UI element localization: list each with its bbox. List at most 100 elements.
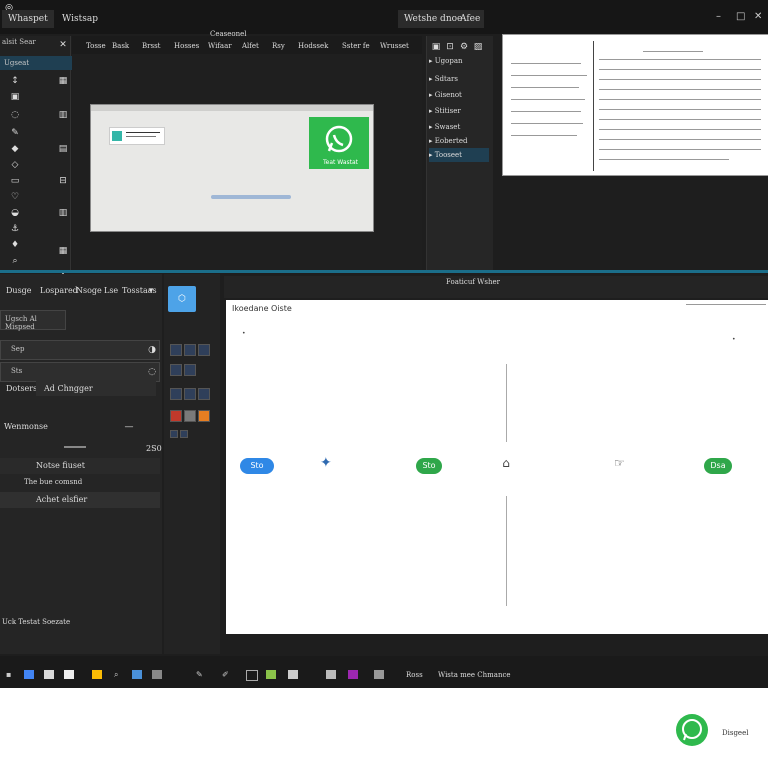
menu-item[interactable]: Brsst: [142, 42, 161, 50]
section-tab[interactable]: Dotsers: [6, 384, 37, 393]
list-item[interactable]: The bue comsnd: [24, 478, 82, 486]
toolbar-selected-item[interactable]: Ugseat: [0, 56, 74, 70]
panel-divider[interactable]: [0, 270, 768, 273]
menu-item[interactable]: Wrusset: [380, 42, 409, 50]
layer-row[interactable]: ▸ Swaset: [429, 120, 489, 134]
system-icon[interactable]: ▪: [6, 670, 16, 679]
grid-icon[interactable]: [198, 344, 210, 356]
collapse-icon[interactable]: —: [124, 422, 134, 432]
grey-swatch-icon[interactable]: [184, 410, 196, 422]
green-button[interactable]: Dsa: [704, 458, 732, 474]
minimize-button[interactable]: –: [716, 11, 721, 22]
bird-icon[interactable]: ✦: [320, 456, 332, 470]
anchor-tool-icon[interactable]: ⚓: [10, 224, 20, 234]
taskbar-label[interactable]: Wista mee Chmance: [438, 671, 511, 679]
green-button[interactable]: Sto: [416, 458, 442, 474]
bar-icon[interactable]: ▥: [58, 110, 68, 120]
section-tab-active[interactable]: Ad Chngger: [36, 380, 156, 396]
share-button[interactable]: ⬡: [168, 286, 196, 312]
step-field[interactable]: Sep ◑: [0, 340, 160, 360]
pin-tool-icon[interactable]: ♦: [10, 240, 20, 250]
primary-button[interactable]: Sto: [240, 458, 274, 474]
menu-item[interactable]: Tosse: [86, 42, 106, 50]
menu-item[interactable]: Wifaar: [208, 42, 232, 50]
document-preview[interactable]: [502, 34, 768, 176]
bottom-window[interactable]: Disgeel: [0, 688, 768, 768]
layer-row-selected[interactable]: ▸ Tooseet: [429, 148, 489, 162]
menu-item[interactable]: Hosses: [174, 42, 199, 50]
list-item-selected[interactable]: Achet elsfier: [0, 492, 160, 508]
layer-row[interactable]: ▸ Ugopan: [429, 54, 489, 68]
menu-item[interactable]: Rsy: [272, 42, 285, 50]
files-icon[interactable]: [44, 670, 54, 679]
whatsapp-logo-icon[interactable]: [674, 712, 710, 748]
red-swatch-icon[interactable]: [170, 410, 182, 422]
grid-icon[interactable]: ▦: [58, 76, 68, 86]
line-icon[interactable]: ⊟: [58, 176, 68, 186]
cursor-icon[interactable]: ☞: [614, 457, 625, 469]
menu-item[interactable]: Hodssek: [298, 42, 328, 50]
layer-row[interactable]: ▸ Gisenot: [429, 88, 489, 102]
grid-icon[interactable]: [198, 388, 210, 400]
app-icon[interactable]: [348, 670, 358, 679]
frame-tool-icon[interactable]: ▭: [10, 176, 20, 186]
small-swatch-icon[interactable]: [170, 430, 178, 438]
list-item[interactable]: Notse fiuset: [0, 458, 160, 474]
menu-item[interactable]: Alfet: [242, 42, 259, 50]
grid-icon[interactable]: [184, 364, 196, 376]
browser-icon[interactable]: [24, 670, 34, 679]
link-icon[interactable]: ✐: [222, 670, 232, 679]
shape-tool-icon[interactable]: ◆: [10, 144, 20, 154]
grid-icon[interactable]: [184, 344, 196, 356]
move-tool-icon[interactable]: ↕: [10, 76, 20, 86]
panel-tab[interactable]: Lospared: [40, 286, 78, 295]
whatsapp-card[interactable]: Teat Wastat: [309, 117, 369, 169]
style-field[interactable]: Sts ◌: [0, 362, 160, 382]
settings-icon[interactable]: ◌: [147, 367, 157, 377]
home-icon[interactable]: ⌂: [501, 457, 511, 469]
zoom-tool-icon[interactable]: ⌕: [10, 256, 20, 266]
select-tool-icon[interactable]: ▣: [10, 92, 20, 102]
brush-tool-icon[interactable]: ✎: [10, 128, 20, 138]
line-icon[interactable]: ▥: [58, 208, 68, 218]
main-page[interactable]: Ikoedane Oiste • • Sto ✦ Sto ⌂ ☞ Dsa: [226, 300, 768, 634]
folder-icon[interactable]: [92, 670, 102, 679]
grid-icon[interactable]: [184, 388, 196, 400]
grid-icon[interactable]: [170, 364, 182, 376]
window-tab-4[interactable]: Afee: [460, 10, 480, 28]
slider-track[interactable]: [64, 446, 86, 448]
taskbar-label[interactable]: Ross: [406, 671, 423, 679]
name-field[interactable]: Ugsch Al Mispsed: [0, 310, 66, 331]
mail-icon[interactable]: [64, 670, 74, 679]
app-icon[interactable]: [374, 670, 384, 679]
layer-row[interactable]: ▸ Stitiser: [429, 104, 489, 118]
app-icon[interactable]: [152, 670, 162, 679]
orange-swatch-icon[interactable]: [198, 410, 210, 422]
maximize-button[interactable]: □: [736, 11, 745, 22]
group-icon[interactable]: ⊡: [445, 42, 455, 52]
layer-row[interactable]: ▸ Eoberted: [429, 134, 489, 148]
window-tab-1[interactable]: Whaspet: [2, 10, 54, 28]
small-swatch-icon[interactable]: [180, 430, 188, 438]
bar-icon[interactable]: ▤: [58, 144, 68, 154]
lasso-tool-icon[interactable]: ◌: [10, 110, 20, 120]
dropdown-icon[interactable]: ▾: [146, 286, 156, 296]
toggle-icon[interactable]: ◑: [147, 345, 157, 355]
close-panel-icon[interactable]: ✕: [58, 40, 68, 50]
app-icon[interactable]: [132, 670, 142, 679]
image-icon[interactable]: ▨: [473, 42, 483, 52]
window-tab-2[interactable]: Wistsap: [56, 10, 104, 28]
app-icon[interactable]: [288, 670, 298, 679]
grid-icon[interactable]: [170, 344, 182, 356]
search-icon[interactable]: ⌕: [114, 670, 124, 679]
mockup-frame[interactable]: Teat Wastat: [90, 104, 374, 232]
bucket-tool-icon[interactable]: ◒: [10, 208, 20, 218]
settings-icon[interactable]: ⚙: [459, 42, 469, 52]
menu-item[interactable]: Bask: [112, 42, 129, 50]
pen-icon[interactable]: ✎: [196, 670, 206, 679]
window-icon[interactable]: [246, 670, 258, 681]
image-icon[interactable]: [266, 670, 276, 679]
heart-tool-icon[interactable]: ♡: [10, 192, 20, 202]
panel-tab[interactable]: Lse: [104, 286, 118, 295]
grid-icon[interactable]: [170, 388, 182, 400]
